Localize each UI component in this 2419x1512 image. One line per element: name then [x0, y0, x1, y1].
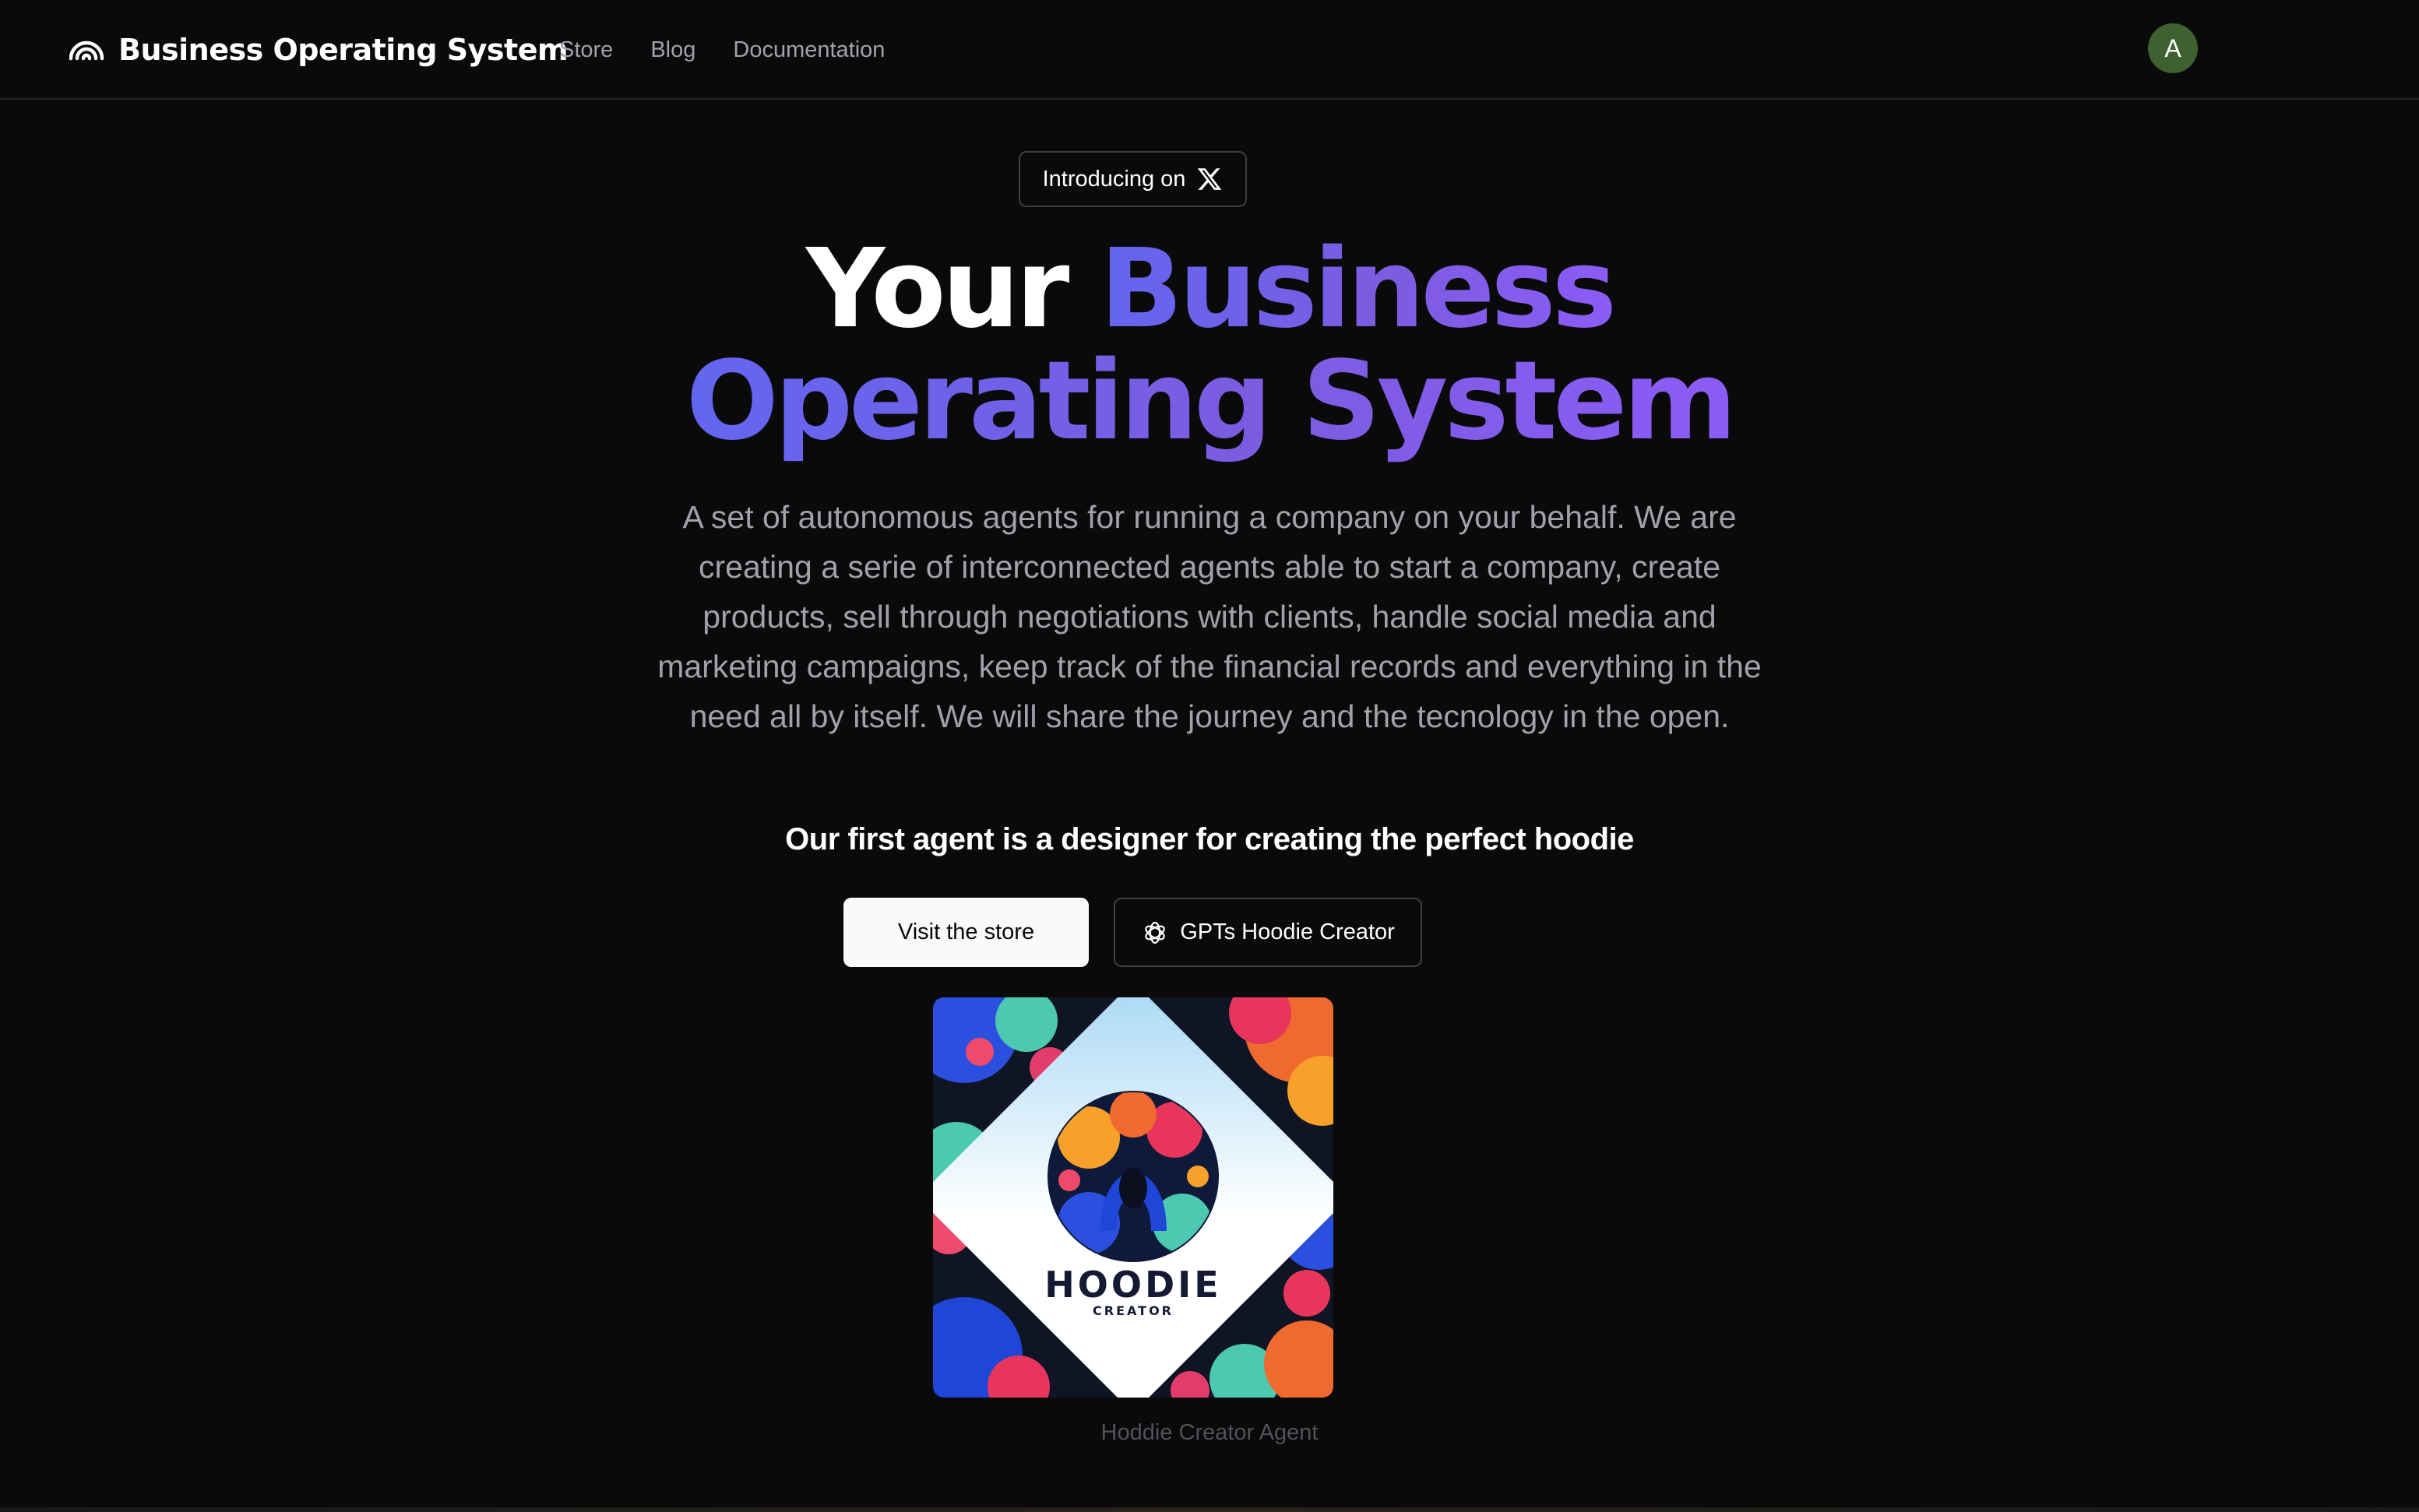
nav-link-store[interactable]: Store	[559, 37, 613, 63]
headline-gradient-line: Operating System	[685, 338, 1737, 465]
announcement-label: Introducing on	[1042, 166, 1186, 192]
nav-link-documentation[interactable]: Documentation	[733, 37, 885, 63]
openai-logo-icon	[1145, 921, 1165, 944]
hero-description: A set of autonomous agents for running a…	[657, 499, 1762, 734]
main-nav: Store Blog Documentation	[559, 31, 885, 69]
image-caption: Hoddie Creator Agent	[1100, 1420, 1319, 1445]
logo-subtitle: CREATOR	[1093, 1303, 1174, 1318]
nav-link-blog[interactable]: Blog	[650, 37, 695, 63]
hero-subheading: Our first agent is a designer for creati…	[785, 822, 1634, 856]
announcement-badge[interactable]: Introducing on	[1019, 151, 1247, 207]
page-bottom-divider	[0, 1507, 2419, 1512]
logo-title: HOODIE	[1044, 1264, 1221, 1306]
gpts-hoodie-creator-button[interactable]: GPTs Hoodie Creator	[1114, 898, 1422, 967]
headline-gradient-word: Business	[1100, 226, 1617, 353]
hoodie-creator-artwork: HOODIE CREATOR	[933, 997, 1333, 1398]
top-navbar: Business Operating System Store Blog Doc…	[0, 0, 2419, 100]
hero-headline: Your Business Operating System	[0, 234, 2419, 458]
user-avatar[interactable]: A	[2148, 23, 2198, 73]
x-logo-icon	[1198, 168, 1222, 190]
brand-home-link[interactable]: Business Operating System	[69, 28, 569, 72]
visit-store-label: Visit the store	[897, 920, 1035, 944]
gpts-hoodie-creator-label: GPTs Hoodie Creator	[1180, 920, 1395, 944]
visit-store-button[interactable]: Visit the store	[843, 898, 1089, 967]
brand-name: Business Operating System	[118, 33, 569, 67]
hoodie-creator-image: HOODIE CREATOR	[933, 997, 1333, 1398]
headline-white-word: Your	[805, 226, 1069, 353]
rainbow-arcs-icon	[69, 40, 104, 61]
